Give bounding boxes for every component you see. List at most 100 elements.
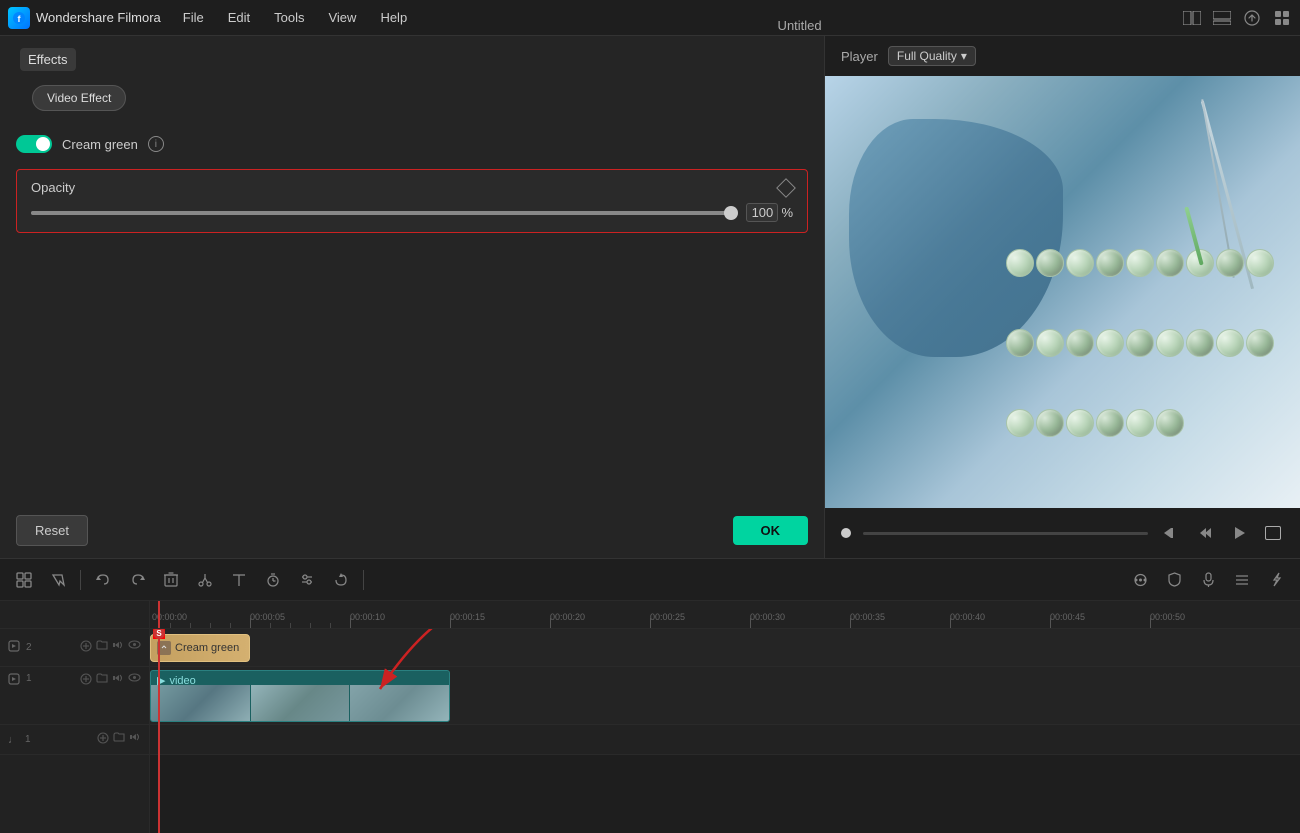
playhead-dot[interactable] bbox=[841, 528, 851, 538]
track1-add-icon[interactable] bbox=[80, 673, 92, 688]
video-thumb-2 bbox=[251, 685, 350, 721]
tl-tool-grid[interactable] bbox=[1126, 566, 1154, 594]
menu-view[interactable]: View bbox=[318, 6, 366, 29]
opacity-slider-row: 100 % bbox=[31, 203, 793, 222]
timeline-track-labels: 2 bbox=[0, 601, 150, 833]
opacity-section: Opacity 100 % bbox=[16, 169, 808, 233]
rewind-button[interactable] bbox=[1160, 525, 1182, 541]
toolbar-separator bbox=[80, 570, 81, 590]
timeline-tool-select[interactable] bbox=[10, 566, 38, 594]
player-panel: Player Full Quality ▾ bbox=[825, 36, 1300, 558]
track2-add-icon[interactable] bbox=[80, 640, 92, 655]
track2-volume-icon[interactable] bbox=[112, 640, 124, 655]
vial-item bbox=[1036, 329, 1064, 357]
cream-green-row: Cream green i bbox=[0, 127, 824, 161]
effects-tab[interactable]: Effects bbox=[20, 48, 76, 71]
tl-tool-lightning[interactable] bbox=[1262, 566, 1290, 594]
effects-panel: Effects Video Effect Cream green i Opaci… bbox=[0, 36, 825, 558]
audio-note-icon: ♩ bbox=[8, 734, 19, 746]
vial-item bbox=[1066, 409, 1094, 437]
timeline-tool-adjust[interactable] bbox=[293, 566, 321, 594]
vial-item bbox=[1126, 329, 1154, 357]
menu-tools[interactable]: Tools bbox=[264, 6, 314, 29]
menu-edit[interactable]: Edit bbox=[218, 6, 260, 29]
vial-item bbox=[1246, 329, 1274, 357]
slider-thumb[interactable] bbox=[724, 206, 738, 220]
timeline-tool-cursor[interactable] bbox=[44, 566, 72, 594]
effect-clip-label: Cream green bbox=[175, 642, 239, 654]
ok-button[interactable]: OK bbox=[733, 516, 809, 545]
app-logo: f Wondershare Filmora bbox=[8, 7, 161, 29]
step-back-button[interactable] bbox=[1194, 525, 1216, 541]
audio-icons bbox=[97, 732, 141, 747]
track-row-video: ▶ video bbox=[150, 667, 1300, 725]
video-effect-button[interactable]: Video Effect bbox=[32, 85, 126, 111]
opacity-slider[interactable] bbox=[31, 211, 736, 215]
audio-track-number: 1 bbox=[25, 734, 31, 745]
slider-fill bbox=[31, 211, 736, 215]
track1-folder-icon[interactable] bbox=[96, 673, 108, 688]
opacity-unit: % bbox=[781, 205, 793, 220]
timeline-body: 2 bbox=[0, 601, 1300, 833]
effect-clip-cream-green[interactable]: Cream green bbox=[150, 634, 250, 662]
playhead: S bbox=[158, 629, 160, 833]
timeline-tool-undo[interactable] bbox=[89, 566, 117, 594]
track1-eye-icon[interactable] bbox=[128, 673, 141, 688]
window-title: Untitled bbox=[778, 18, 822, 33]
tl-tool-mic[interactable] bbox=[1194, 566, 1222, 594]
app-name: Wondershare Filmora bbox=[36, 10, 161, 25]
ruler-spacer bbox=[0, 601, 149, 629]
timeline-tool-delete[interactable] bbox=[157, 566, 185, 594]
player-header: Player Full Quality ▾ bbox=[825, 36, 1300, 76]
track2-eye-icon[interactable] bbox=[128, 640, 141, 655]
progress-bar[interactable] bbox=[863, 532, 1148, 535]
cream-green-toggle[interactable] bbox=[16, 135, 52, 153]
video-clip[interactable]: ▶ video bbox=[150, 670, 450, 722]
menu-help[interactable]: Help bbox=[370, 6, 417, 29]
audio-add-icon[interactable] bbox=[97, 732, 109, 747]
vial-item bbox=[1126, 409, 1154, 437]
quality-dropdown[interactable]: Full Quality ▾ bbox=[888, 46, 976, 66]
track2-controls: 2 bbox=[0, 629, 149, 667]
timeline-ruler: 00:00:00 00:00:05 00:00:10 00:00:15 00:0… bbox=[150, 601, 1300, 629]
audio-volume-icon[interactable] bbox=[129, 732, 141, 747]
playhead-head: S bbox=[153, 629, 165, 639]
keyframe-diamond-icon[interactable] bbox=[776, 178, 796, 198]
timeline-tool-timer[interactable] bbox=[259, 566, 287, 594]
tl-tool-shield[interactable] bbox=[1160, 566, 1188, 594]
vial-item bbox=[1126, 249, 1154, 277]
timeline-tool-cut[interactable] bbox=[191, 566, 219, 594]
toolbar-separator-2 bbox=[363, 570, 364, 590]
track2-folder-icon[interactable] bbox=[96, 640, 108, 655]
info-icon[interactable]: i bbox=[148, 136, 164, 152]
app-logo-icon: f bbox=[8, 7, 30, 29]
upload-icon[interactable] bbox=[1242, 8, 1262, 28]
track1-volume-icon[interactable] bbox=[112, 673, 124, 688]
fullscreen-button[interactable] bbox=[1262, 526, 1284, 540]
track1-badge: 1 bbox=[26, 673, 32, 684]
screen-layout-icon[interactable] bbox=[1182, 8, 1202, 28]
timeline-tool-rotation[interactable] bbox=[327, 566, 355, 594]
timeline: 2 bbox=[0, 558, 1300, 833]
menu-file[interactable]: File bbox=[173, 6, 214, 29]
vial-item bbox=[1036, 249, 1064, 277]
menu-bar: f Wondershare Filmora File Edit Tools Vi… bbox=[0, 0, 1300, 36]
track-row-effect: Cream green bbox=[150, 629, 1300, 667]
vial-item bbox=[1006, 409, 1034, 437]
chevron-down-icon: ▾ bbox=[961, 49, 967, 63]
tl-tool-list[interactable] bbox=[1228, 566, 1256, 594]
screen-layout2-icon[interactable] bbox=[1212, 8, 1232, 28]
vial-row bbox=[1006, 249, 1291, 487]
timeline-tool-redo[interactable] bbox=[123, 566, 151, 594]
opacity-number[interactable]: 100 bbox=[746, 203, 778, 222]
vial-item bbox=[1006, 329, 1034, 357]
timeline-tool-text[interactable] bbox=[225, 566, 253, 594]
play-button[interactable] bbox=[1228, 525, 1250, 541]
audio-folder-icon[interactable] bbox=[113, 732, 125, 747]
track2-number: 2 bbox=[26, 642, 32, 653]
grid-layout-icon[interactable] bbox=[1272, 8, 1292, 28]
vial-item bbox=[1156, 249, 1184, 277]
video-thumb-3 bbox=[350, 685, 449, 721]
ruler-playhead bbox=[158, 601, 160, 628]
reset-button[interactable]: Reset bbox=[16, 515, 88, 546]
